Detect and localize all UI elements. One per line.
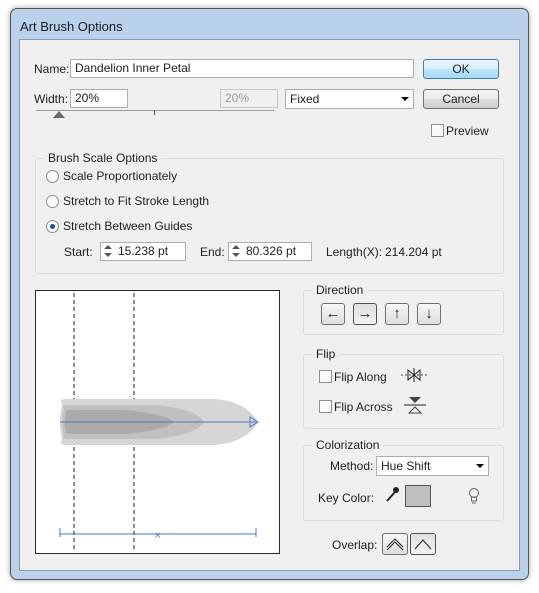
overlap-label: Overlap:: [332, 538, 378, 552]
width-variation-field: 20%: [220, 89, 278, 108]
stretch-between-guides-label: Stretch Between Guides: [63, 219, 193, 233]
dialog-body: Name: Dandelion Inner Petal OK Width: 20…: [19, 39, 520, 571]
direction-right-button[interactable]: →: [353, 303, 377, 325]
flip-across-icon: [404, 397, 426, 414]
lightbulb-icon[interactable]: [466, 487, 482, 505]
width-mode-value: Fixed: [290, 92, 320, 106]
overlap-option-1-button[interactable]: [382, 533, 408, 555]
stepper-up-icon: [232, 245, 240, 249]
arrow-down-icon: ↓: [425, 305, 433, 322]
dialog-window: Art Brush Options Name: Dandelion Inner …: [10, 8, 529, 580]
width-mode-select[interactable]: Fixed: [285, 89, 414, 109]
slider-triangle-icon: [53, 111, 65, 118]
flip-across-label: Flip Across: [334, 400, 393, 414]
direction-up-button[interactable]: ↑: [385, 303, 409, 325]
stretch-to-fit-label: Stretch to Fit Stroke Length: [63, 194, 210, 208]
flip-across-checkbox[interactable]: [319, 400, 332, 413]
end-label: End:: [200, 245, 225, 259]
length-value: 214.204 pt: [385, 245, 442, 259]
direction-down-button[interactable]: ↓: [417, 303, 441, 325]
name-field[interactable]: Dandelion Inner Petal: [70, 59, 414, 78]
arrow-up-icon: ↑: [393, 305, 401, 322]
method-select[interactable]: Hue Shift: [376, 456, 489, 476]
cancel-button[interactable]: Cancel: [423, 89, 499, 109]
flip-along-checkbox[interactable]: [319, 370, 332, 383]
preview-label: Preview: [446, 124, 489, 138]
end-stepper[interactable]: [231, 243, 242, 260]
overlap-option-2-button[interactable]: [410, 533, 436, 555]
stepper-down-icon: [232, 253, 240, 257]
width-field[interactable]: 20%: [70, 89, 128, 108]
stepper-up-icon: [104, 245, 112, 249]
direction-left-button[interactable]: ←: [321, 303, 345, 325]
preview-checkbox[interactable]: [431, 124, 444, 137]
key-color-swatch[interactable]: [405, 485, 431, 507]
width-slider-track[interactable]: [36, 110, 274, 111]
radio-stretch-between-guides[interactable]: [46, 220, 59, 233]
name-label: Name:: [34, 62, 70, 76]
radio-scale-proportionately[interactable]: [46, 170, 59, 183]
arrow-right-icon: →: [357, 305, 373, 322]
method-value: Hue Shift: [381, 459, 431, 473]
brush-preview-canvas: ×: [59, 293, 259, 551]
brush-scale-title: Brush Scale Options: [44, 151, 162, 165]
title-bar[interactable]: Art Brush Options: [11, 9, 528, 39]
flip-title: Flip: [312, 347, 340, 361]
start-stepper[interactable]: [103, 243, 114, 260]
width-label: Width:: [34, 92, 69, 106]
width-slider-handle[interactable]: [53, 111, 65, 119]
scale-proportionately-label: Scale Proportionately: [63, 169, 178, 183]
width-slider-tick: [154, 110, 155, 115]
ok-button[interactable]: OK: [423, 59, 499, 79]
chevron-down-icon: [476, 464, 484, 468]
key-color-label: Key Color:: [318, 491, 375, 505]
method-label: Method:: [330, 459, 374, 473]
brush-preview[interactable]: ×: [35, 290, 280, 554]
start-label: Start:: [64, 245, 93, 259]
dialog-title: Art Brush Options: [20, 19, 123, 34]
colorization-title: Colorization: [312, 438, 384, 452]
overlap-none-icon: [414, 539, 432, 550]
overlap-adjust-icon: [386, 538, 404, 551]
flip-along-icon: [401, 368, 427, 382]
flip-along-label: Flip Along: [334, 370, 387, 384]
length-center-mark: ×: [154, 531, 162, 541]
direction-title: Direction: [312, 283, 368, 297]
length-label: Length(X):: [326, 245, 383, 259]
chevron-down-icon: [401, 97, 409, 101]
radio-stretch-to-fit[interactable]: [46, 195, 59, 208]
arrow-left-icon: ←: [325, 305, 341, 322]
eyedropper-icon[interactable]: [384, 486, 400, 504]
stepper-down-icon: [104, 253, 112, 257]
